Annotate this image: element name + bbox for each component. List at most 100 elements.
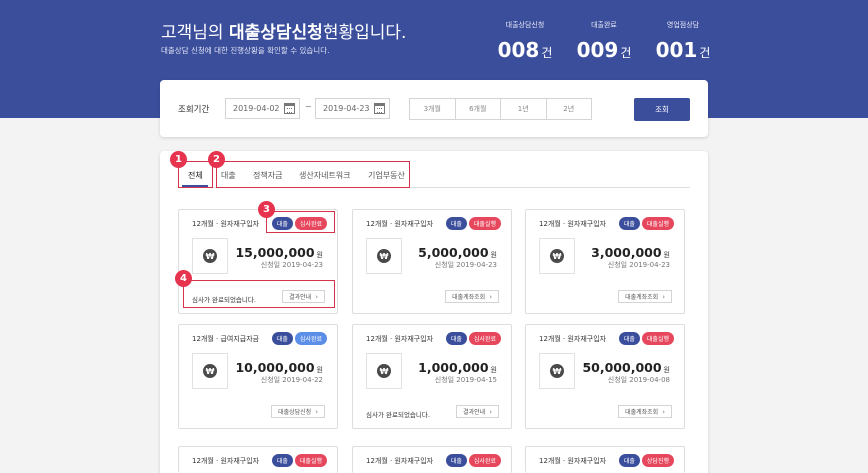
application-card[interactable]: 12개월 · 원자재구입자 대출 대출실행 ₩ 50,000,000 원 신청일 …	[525, 324, 685, 429]
amount-unit: 원	[663, 251, 670, 259]
status-badge: 상담진행	[641, 454, 674, 467]
end-date-input[interactable]: 2019-04-23	[315, 98, 390, 119]
status-badge: 대출실행	[641, 217, 674, 230]
won-icon: ₩	[377, 249, 391, 263]
title-prefix: 고객님의	[161, 23, 229, 43]
card-title: 12개월 · 급여지급자금	[192, 335, 260, 343]
card-title: 12개월 · 원자재구입자	[366, 457, 434, 465]
status-badges: 대출 대출실행	[271, 454, 327, 467]
won-icon: ₩	[377, 364, 391, 378]
won-icon-box: ₩	[539, 238, 575, 274]
application-card[interactable]: 12개월 · 원자재구입자 대출 대출실행 ₩ 3,000,000 원 신청일 2…	[525, 209, 685, 314]
stat-number: 001	[655, 38, 698, 62]
consult-request-button[interactable]: 대출상담신청	[271, 405, 325, 418]
won-icon: ₩	[203, 249, 217, 263]
status-badges: 대출 대출실행	[445, 217, 501, 230]
period-3-months-button[interactable]: 3개월	[410, 99, 456, 119]
type-badge: 대출	[445, 332, 467, 345]
status-badge: 대출실행	[641, 332, 674, 345]
card-title: 12개월 · 원자재구입자	[366, 220, 434, 228]
stat-unit: 건	[620, 46, 632, 60]
loan-amount: 1,000,000 원	[418, 357, 497, 376]
title-bold: 대출상담신청	[228, 23, 323, 43]
card-title: 12개월 · 원자재구입자	[539, 220, 607, 228]
type-badge: 대출	[618, 332, 640, 345]
application-date: 신청일 2019-04-23	[434, 261, 497, 269]
won-icon-box: ₩	[366, 238, 402, 274]
type-badge: 대출	[271, 332, 293, 345]
won-icon-box: ₩	[192, 353, 228, 389]
start-date-value: 2019-04-02	[233, 104, 280, 113]
calendar-icon[interactable]	[374, 103, 385, 114]
status-badges: 대출 심사완료	[445, 454, 501, 467]
status-badge: 심사완료	[468, 332, 501, 345]
loan-account-button[interactable]: 대출계좌조회	[618, 405, 672, 418]
amount-value: 3,000,000	[591, 245, 662, 260]
application-date: 신청일 2019-04-08	[607, 376, 670, 384]
stat-number: 009	[576, 38, 619, 62]
stat-value: 008 건	[485, 38, 565, 62]
stat-consult-requests: 대출상담신청 008 건	[485, 20, 565, 62]
status-badge: 심사완료	[294, 332, 327, 345]
stat-label: 대출완료	[591, 21, 617, 29]
type-badge: 대출	[445, 454, 467, 467]
amount-unit: 원	[316, 251, 323, 259]
amount-unit: 원	[490, 366, 497, 374]
application-date: 신청일 2019-04-23	[607, 261, 670, 269]
application-date: 신청일 2019-04-15	[434, 376, 497, 384]
loan-amount: 3,000,000 원	[591, 242, 670, 261]
filter-label: 조회기간	[178, 105, 210, 115]
loan-amount: 10,000,000 원	[235, 357, 323, 376]
application-card[interactable]: 12개월 · 원자재구입자 대출 상담진행	[525, 446, 685, 473]
stat-branch-consults: 영업점상담 001 건	[643, 20, 723, 62]
application-card[interactable]: 12개월 · 급여지급자금 대출 심사완료 ₩ 10,000,000 원 신청일 …	[178, 324, 338, 429]
amount-value: 15,000,000	[235, 245, 315, 260]
period-6-months-button[interactable]: 6개월	[455, 99, 501, 119]
won-icon: ₩	[550, 249, 564, 263]
stat-loans-completed: 대출완료 009 건	[564, 20, 644, 62]
stat-value: 001 건	[643, 38, 723, 62]
status-badges: 대출 대출실행	[618, 332, 674, 345]
amount-value: 1,000,000	[418, 360, 489, 375]
period-quick-select: 3개월 6개월 1년 2년	[409, 98, 592, 120]
status-badges: 대출 상담진행	[618, 454, 674, 467]
won-icon-box: ₩	[366, 353, 402, 389]
annotation-marker-2: 2	[208, 151, 225, 168]
status-message: 심사가 완료되었습니다.	[366, 411, 430, 419]
page-title: 고객님의 대출상담신청현황입니다.	[161, 18, 406, 43]
annotation-marker-1: 1	[170, 151, 187, 168]
stat-value: 009 건	[564, 38, 644, 62]
application-date: 신청일 2019-04-23	[260, 261, 323, 269]
status-badge: 대출실행	[468, 217, 501, 230]
period-1-year-button[interactable]: 1년	[501, 99, 547, 119]
status-badge: 대출실행	[294, 454, 327, 467]
won-icon: ₩	[203, 364, 217, 378]
card-title: 12개월 · 원자재구입자	[539, 335, 607, 343]
period-2-years-button[interactable]: 2년	[546, 99, 591, 119]
application-card[interactable]: 12개월 · 원자재구입자 대출 심사완료	[352, 446, 512, 473]
amount-value: 50,000,000	[582, 360, 662, 375]
calendar-icon[interactable]	[284, 103, 295, 114]
search-button[interactable]: 조회	[634, 98, 690, 121]
loan-account-button[interactable]: 대출계좌조회	[445, 290, 499, 303]
annotation-marker-4: 4	[175, 270, 192, 287]
status-badges: 대출 대출실행	[618, 217, 674, 230]
won-icon-box: ₩	[192, 238, 228, 274]
amount-unit: 원	[490, 251, 497, 259]
loan-account-button[interactable]: 대출계좌조회	[618, 290, 672, 303]
type-badge: 대출	[618, 454, 640, 467]
application-card[interactable]: 12개월 · 원자재구입자 대출 대출실행	[178, 446, 338, 473]
page-subtitle: 대출상담 신청에 대한 진행상황을 확인할 수 있습니다.	[161, 46, 330, 55]
type-badge: 대출	[271, 454, 293, 467]
card-title: 12개월 · 원자재구입자	[192, 457, 260, 465]
start-date-input[interactable]: 2019-04-02	[225, 98, 300, 119]
application-card[interactable]: 12개월 · 원자재구입자 대출 심사완료 ₩ 1,000,000 원 신청일 2…	[352, 324, 512, 429]
amount-unit: 원	[316, 366, 323, 374]
date-range-separator: ~	[305, 102, 312, 111]
stat-unit: 건	[699, 46, 711, 60]
result-info-button[interactable]: 결과안내	[456, 405, 499, 418]
status-badges: 대출 심사완료	[445, 332, 501, 345]
application-card[interactable]: 12개월 · 원자재구입자 대출 대출실행 ₩ 5,000,000 원 신청일 2…	[352, 209, 512, 314]
application-date: 신청일 2019-04-22	[260, 376, 323, 384]
loan-amount: 15,000,000 원	[235, 242, 323, 261]
